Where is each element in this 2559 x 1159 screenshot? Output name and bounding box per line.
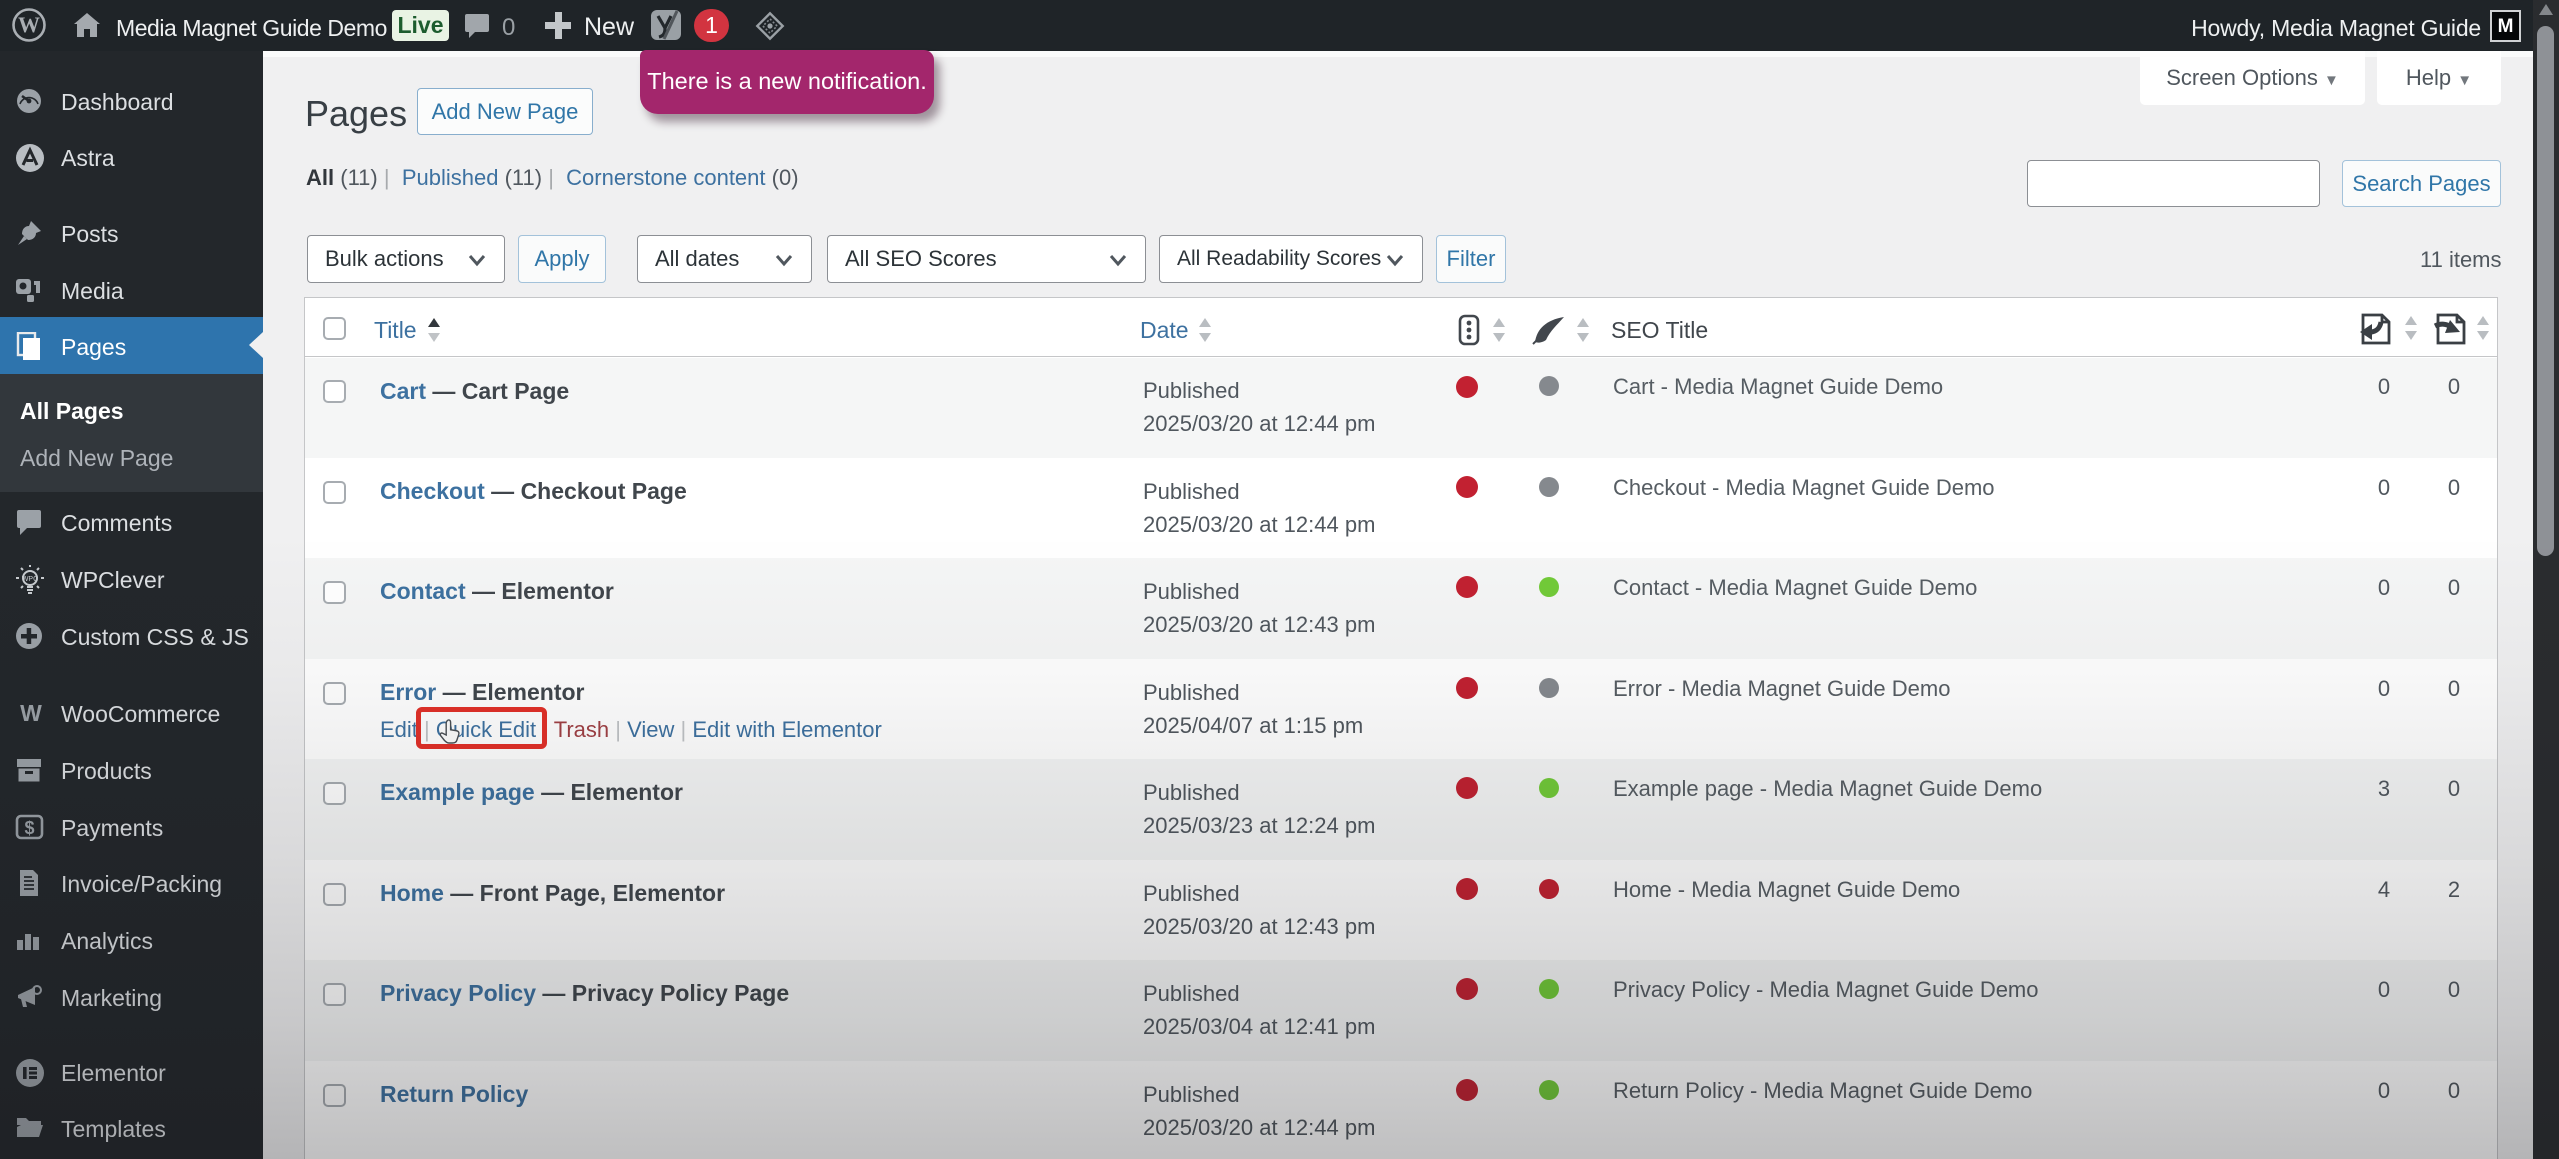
svg-text:W: W: [18, 12, 40, 37]
svg-text:$: $: [24, 818, 34, 838]
svg-text:WPC: WPC: [22, 576, 38, 583]
svg-text:W: W: [20, 700, 42, 726]
